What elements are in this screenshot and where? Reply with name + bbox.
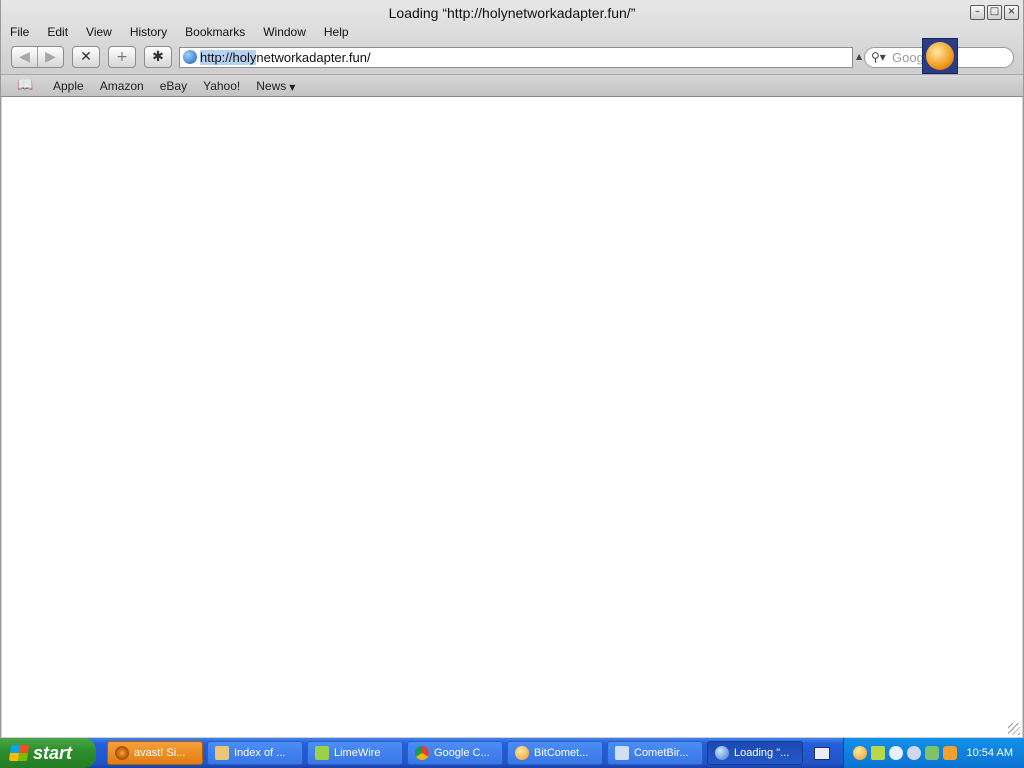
caret-up-icon[interactable]: ▲ [856, 52, 862, 61]
bookmark-amazon[interactable]: Amazon [100, 79, 144, 93]
windows-logo-icon [8, 745, 30, 761]
close-button[interactable]: × [1004, 5, 1019, 20]
taskbar-item-avast[interactable]: avast! Si... [107, 741, 203, 765]
taskbar-item-index[interactable]: Index of ... [207, 741, 303, 765]
menu-help[interactable]: Help [315, 24, 358, 40]
network-icon[interactable] [925, 746, 939, 760]
toolbar: ◀ ▶ ✕ + ✱ http://holynetworkadapter.fun/… [1, 44, 1023, 72]
taskbar-item-bitcomet[interactable]: BitComet... [507, 741, 603, 765]
menu-view[interactable]: View [77, 24, 121, 40]
start-label: start [33, 743, 73, 763]
info-icon[interactable] [889, 746, 903, 760]
task-label: Index of ... [234, 747, 286, 759]
bookmarks-bar: 📖 Apple Amazon eBay Yahoo! News ▼ [1, 74, 1023, 97]
forward-arrow-icon[interactable]: ▶ [38, 47, 63, 67]
url-unselected-text: networkadapter.fun/ [256, 50, 371, 65]
avast-tray-icon[interactable] [943, 746, 957, 760]
speaker-icon[interactable] [907, 746, 921, 760]
url-text: http://holynetworkadapter.fun/ [200, 48, 371, 67]
bookmark-news-label: News [256, 78, 287, 93]
stop-button[interactable]: ✕ [72, 46, 100, 68]
page-content [2, 97, 1022, 737]
safari-icon [715, 746, 729, 760]
search-icon[interactable]: ⚲▾ [871, 48, 886, 67]
menu-bookmarks[interactable]: Bookmarks [176, 24, 254, 40]
bookmark-news-folder[interactable]: News ▼ [256, 79, 295, 93]
menu-file[interactable]: File [1, 24, 38, 40]
task-label: BitComet... [534, 747, 589, 759]
browser-window: Loading “http://holynetworkadapter.fun/”… [0, 0, 1024, 738]
window-title: Loading “http://holynetworkadapter.fun/” [388, 5, 636, 21]
keyboard-icon[interactable] [814, 747, 830, 760]
bookmark-ebay[interactable]: eBay [160, 79, 187, 93]
task-label: avast! Si... [134, 747, 186, 759]
menu-window[interactable]: Window [254, 24, 315, 40]
task-label: CometBir... [634, 747, 689, 759]
start-button[interactable]: start [0, 738, 96, 768]
folder-icon [215, 746, 229, 760]
menu-bar: File Edit View History Bookmarks Window … [1, 24, 1023, 40]
clock: 10:54 AM [966, 747, 1013, 759]
maximize-button[interactable]: □ [987, 5, 1002, 20]
window-controls: – □ × [970, 5, 1019, 20]
bookmark-apple[interactable]: Apple [53, 79, 84, 93]
system-tray: 10:54 AM [843, 738, 1024, 768]
bitcomet-overlay-icon[interactable] [922, 38, 958, 74]
limewire-tray-icon[interactable] [871, 746, 885, 760]
open-book-icon[interactable]: 📖 [17, 78, 37, 93]
bookmark-yahoo[interactable]: Yahoo! [203, 79, 240, 93]
limewire-icon [315, 746, 329, 760]
address-bar[interactable]: http://holynetworkadapter.fun/ [179, 47, 853, 68]
menu-edit[interactable]: Edit [38, 24, 77, 40]
chrome-icon [415, 746, 429, 760]
add-bookmark-button[interactable]: + [108, 46, 136, 68]
task-label: LimeWire [334, 747, 381, 759]
avast-icon [115, 746, 129, 760]
cometbird-icon [615, 746, 629, 760]
close-x-icon: ✕ [80, 49, 92, 65]
url-selected-text: http://holy [200, 50, 257, 65]
resize-grip-icon[interactable] [1008, 723, 1020, 735]
plus-icon: + [116, 49, 128, 65]
taskbar-item-cometbird[interactable]: CometBir... [607, 741, 703, 765]
globe-icon [183, 50, 197, 64]
windows-taskbar: start avast! Si... Index of ... LimeWire… [0, 738, 1024, 768]
back-arrow-icon[interactable]: ◀ [12, 47, 38, 67]
bitcomet-icon [515, 746, 529, 760]
task-label: Google C... [434, 747, 490, 759]
taskbar-item-limewire[interactable]: LimeWire [307, 741, 403, 765]
taskbar-item-google-chrome[interactable]: Google C... [407, 741, 503, 765]
task-label: Loading "... [734, 747, 790, 759]
menu-history[interactable]: History [121, 24, 176, 40]
minimize-button[interactable]: – [970, 5, 985, 20]
report-bug-button[interactable]: ✱ [144, 46, 172, 68]
bitcomet-tray-icon[interactable] [853, 746, 867, 760]
chevron-down-icon: ▼ [289, 82, 296, 92]
taskbar-item-safari-loading[interactable]: Loading "... [707, 741, 803, 765]
back-forward-buttons: ◀ ▶ [11, 46, 64, 68]
bug-icon: ✱ [152, 49, 164, 65]
